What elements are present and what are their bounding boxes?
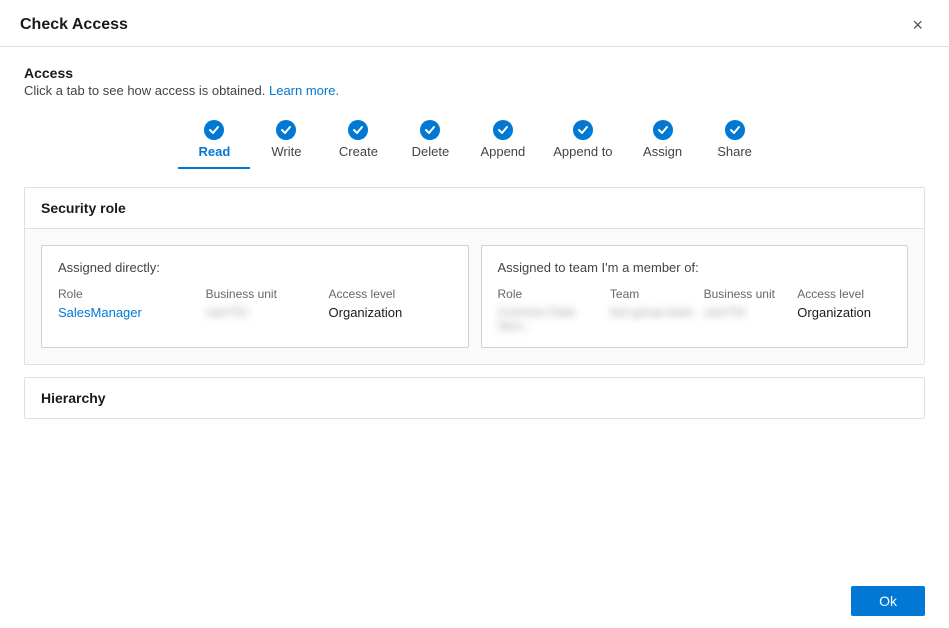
assigned-team-header-row: Role Team Business unit Access level bbox=[498, 287, 892, 301]
tab-delete-label: Delete bbox=[412, 144, 450, 159]
dialog-footer: Ok bbox=[0, 574, 949, 628]
col-team-header-team: Team bbox=[610, 287, 704, 301]
check-icon-create bbox=[348, 120, 368, 140]
assigned-directly-box: Assigned directly: Role Business unit Ac… bbox=[41, 245, 469, 348]
check-icon-delete bbox=[420, 120, 440, 140]
hierarchy-header: Hierarchy bbox=[25, 378, 924, 418]
tab-append-label: Append bbox=[480, 144, 525, 159]
assigned-directly-title: Assigned directly: bbox=[58, 260, 452, 275]
col-team-bu-value: cam731 bbox=[704, 305, 798, 333]
check-icon-assign bbox=[653, 120, 673, 140]
tab-share-label: Share bbox=[717, 144, 752, 159]
tab-assign-label: Assign bbox=[643, 144, 682, 159]
assigned-team-table: Role Team Business unit Access level Com… bbox=[498, 287, 892, 333]
col-role-value: SalesManager bbox=[58, 305, 206, 320]
tab-create[interactable]: Create bbox=[322, 116, 394, 169]
col-al-value: Organization bbox=[329, 305, 452, 320]
dialog-body: Access Click a tab to see how access is … bbox=[0, 47, 949, 574]
col-team-role-value: Common Data Serv... bbox=[498, 305, 610, 333]
check-icon-share bbox=[725, 120, 745, 140]
tab-read[interactable]: Read bbox=[178, 116, 250, 169]
assigned-boxes: Assigned directly: Role Business unit Ac… bbox=[41, 245, 908, 348]
security-role-body: Assigned directly: Role Business unit Ac… bbox=[25, 229, 924, 364]
tab-read-label: Read bbox=[199, 144, 231, 159]
tab-write[interactable]: Write bbox=[250, 116, 322, 169]
close-button[interactable]: × bbox=[906, 14, 929, 36]
col-team-team-value: test group team bbox=[610, 305, 704, 333]
tab-delete[interactable]: Delete bbox=[394, 116, 466, 169]
col-team-header-bu: Business unit bbox=[704, 287, 798, 301]
check-icon-write bbox=[276, 120, 296, 140]
access-title: Access bbox=[24, 65, 925, 81]
access-subtitle-text: Click a tab to see how access is obtaine… bbox=[24, 83, 265, 98]
col-team-header-al: Access level bbox=[797, 287, 891, 301]
tab-append[interactable]: Append bbox=[466, 116, 539, 169]
tab-append-to[interactable]: Append to bbox=[539, 116, 626, 169]
security-role-card: Security role Assigned directly: Role Bu… bbox=[24, 187, 925, 365]
check-icon-append bbox=[493, 120, 513, 140]
role-link-sales[interactable]: Sales bbox=[58, 305, 91, 320]
dialog-title: Check Access bbox=[20, 16, 128, 34]
access-subtitle: Click a tab to see how access is obtaine… bbox=[24, 83, 925, 98]
assigned-directly-header-row: Role Business unit Access level bbox=[58, 287, 452, 301]
col-header-role: Role bbox=[58, 287, 206, 301]
col-team-header-role: Role bbox=[498, 287, 610, 301]
assigned-team-title: Assigned to team I'm a member of: bbox=[498, 260, 892, 275]
dialog-header: Check Access × bbox=[0, 0, 949, 47]
tab-write-label: Write bbox=[271, 144, 301, 159]
tab-create-label: Create bbox=[339, 144, 378, 159]
hierarchy-card: Hierarchy bbox=[24, 377, 925, 419]
ok-button[interactable]: Ok bbox=[851, 586, 925, 616]
access-section: Access Click a tab to see how access is … bbox=[24, 65, 925, 98]
tab-append-to-label: Append to bbox=[553, 144, 612, 159]
check-icon-append-to bbox=[573, 120, 593, 140]
tabs-row: Read Write Create Delete bbox=[24, 116, 925, 169]
learn-more-link[interactable]: Learn more. bbox=[269, 83, 339, 98]
col-header-bu: Business unit bbox=[206, 287, 329, 301]
check-icon-read bbox=[204, 120, 224, 140]
col-bu-value: cam731 bbox=[206, 305, 329, 320]
assigned-team-row: Common Data Serv... test group team cam7… bbox=[498, 305, 892, 333]
check-access-dialog: Check Access × Access Click a tab to see… bbox=[0, 0, 949, 628]
tab-assign[interactable]: Assign bbox=[627, 116, 699, 169]
security-role-header: Security role bbox=[25, 188, 924, 229]
role-link-manager[interactable]: Manager bbox=[91, 305, 142, 320]
assigned-directly-row: SalesManager cam731 Organization bbox=[58, 305, 452, 320]
assigned-team-box: Assigned to team I'm a member of: Role T… bbox=[481, 245, 909, 348]
col-team-al-value: Organization bbox=[797, 305, 891, 333]
assigned-directly-table: Role Business unit Access level SalesMan… bbox=[58, 287, 452, 320]
tab-share[interactable]: Share bbox=[699, 116, 771, 169]
col-header-access-level: Access level bbox=[329, 287, 452, 301]
